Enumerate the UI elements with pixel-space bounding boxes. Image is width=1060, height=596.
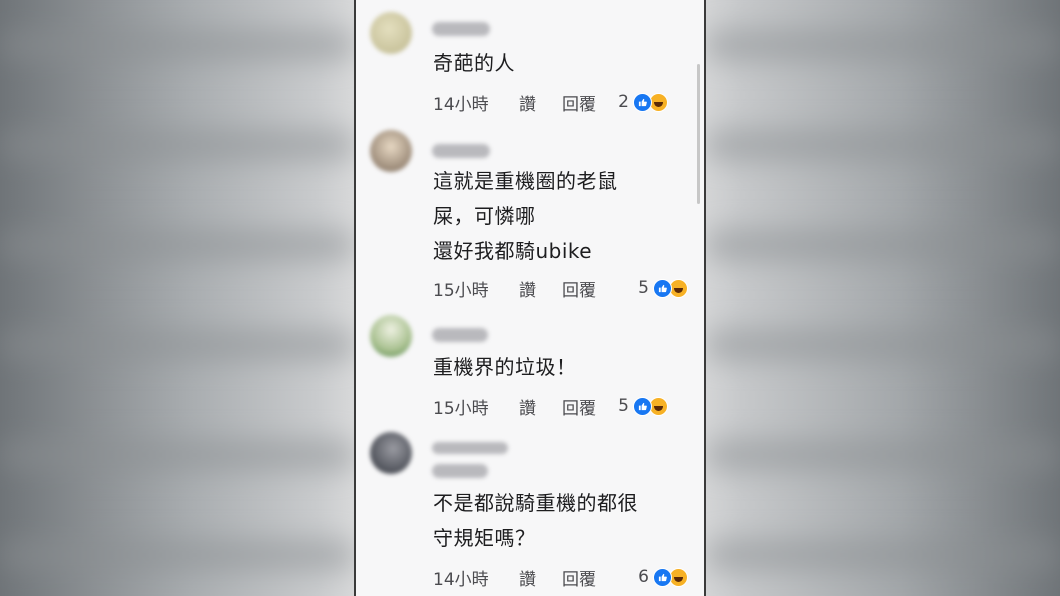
comment-thread-screen: 奇葩的人 14小時 讚 回覆 2 這就是重機圈的老鼠 屎，可憐哪 還好我都騎ub… (354, 0, 706, 596)
reaction-summary[interactable]: 6 (638, 565, 688, 589)
comment-text: 這就是重機圈的老鼠 屎，可憐哪 還好我都騎ubike (433, 169, 618, 263)
commenter-name-blurred[interactable] (432, 144, 490, 158)
avatar[interactable] (370, 315, 412, 357)
comment-time: 15小時 (433, 280, 489, 301)
reaction-count: 6 (638, 567, 649, 587)
comment-time: 14小時 (433, 569, 489, 590)
comment-actions: 14小時 讚 回覆 (433, 90, 602, 115)
thumbs-up-icon (653, 567, 672, 587)
comment-text: 不是都說騎重機的都很 守規矩嗎？ (433, 491, 638, 550)
reaction-count: 5 (618, 396, 629, 416)
reply-button[interactable]: 回覆 (562, 90, 602, 115)
reaction-count: 2 (618, 92, 629, 112)
reply-button[interactable]: 回覆 (562, 394, 602, 419)
reaction-summary[interactable]: 5 (618, 394, 668, 418)
like-button[interactable]: 讚 (519, 276, 562, 301)
avatar[interactable] (370, 432, 412, 474)
commenter-name-blurred[interactable] (432, 442, 508, 454)
reply-button[interactable]: 回覆 (562, 565, 602, 590)
avatar[interactable] (370, 12, 412, 54)
reply-button[interactable]: 回覆 (562, 276, 602, 301)
commenter-name-blurred[interactable] (432, 328, 488, 342)
reaction-summary[interactable]: 5 (638, 276, 688, 300)
reaction-summary[interactable]: 2 (618, 90, 668, 114)
like-button[interactable]: 讚 (519, 394, 562, 419)
commenter-name-blurred[interactable] (432, 22, 490, 36)
avatar[interactable] (370, 130, 412, 172)
commenter-name-blurred[interactable] (432, 464, 488, 478)
blurred-background-right (706, 0, 1060, 596)
thumbs-up-icon (653, 278, 672, 298)
comment-actions: 14小時 讚 回覆 (433, 565, 602, 590)
comment-time: 15小時 (433, 398, 489, 419)
thumbs-up-icon (633, 396, 652, 416)
comment-actions: 15小時 讚 回覆 (433, 394, 602, 419)
reaction-count: 5 (638, 278, 649, 298)
comment-text: 重機界的垃圾！ (433, 355, 577, 379)
like-button[interactable]: 讚 (519, 565, 562, 590)
comment-time: 14小時 (433, 94, 489, 115)
blurred-background-left (0, 0, 354, 596)
comment-text: 奇葩的人 (433, 51, 515, 75)
like-button[interactable]: 讚 (519, 90, 562, 115)
comment-actions: 15小時 讚 回覆 (433, 276, 602, 301)
thumbs-up-icon (633, 92, 652, 112)
scrollbar[interactable] (697, 64, 700, 204)
